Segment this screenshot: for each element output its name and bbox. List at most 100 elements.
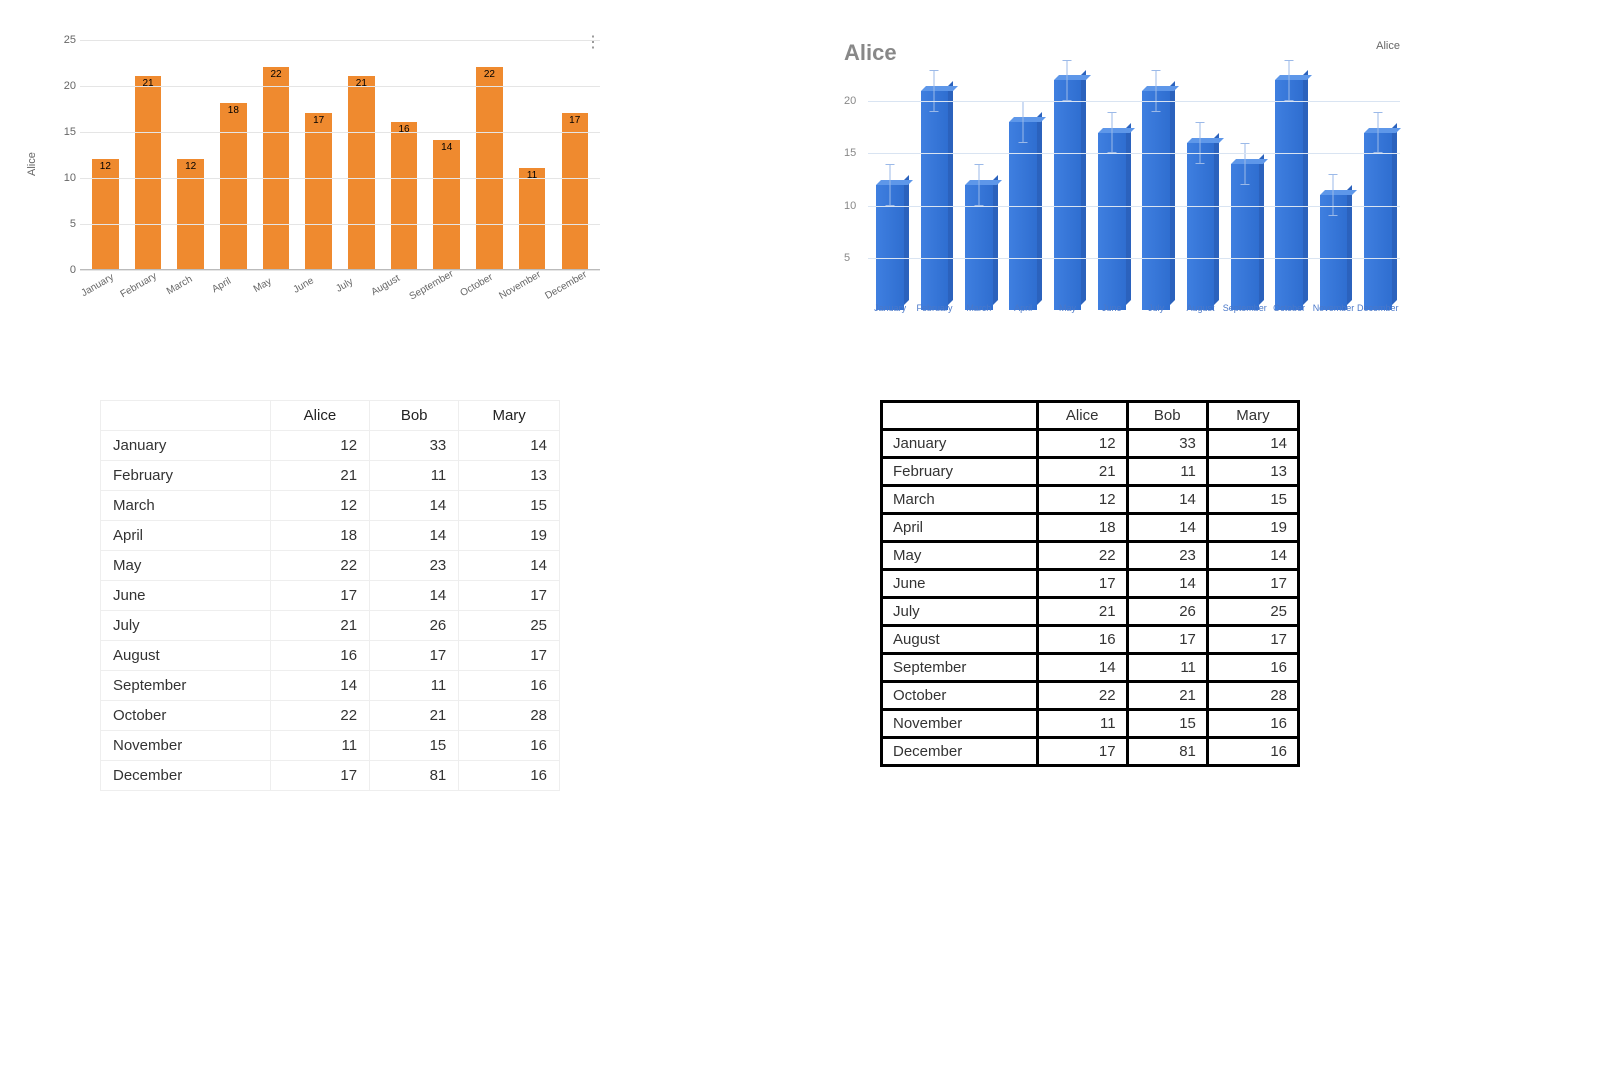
bar: 17	[305, 113, 331, 269]
month-cell: February	[101, 461, 271, 491]
bar-value-label: 22	[270, 69, 281, 80]
table-row: October222128	[882, 682, 1299, 710]
error-bar	[934, 70, 935, 112]
month-cell: March	[101, 491, 271, 521]
value-cell: 16	[1207, 654, 1298, 682]
value-cell: 17	[1037, 570, 1127, 598]
bar: 21	[135, 76, 161, 269]
x-tick: February	[118, 270, 159, 300]
value-cell: 21	[1037, 458, 1127, 486]
month-cell: November	[101, 731, 271, 761]
value-cell: 16	[1207, 738, 1298, 766]
value-cell: 17	[1127, 626, 1207, 654]
bar-value-label: 17	[313, 115, 324, 126]
x-tick: September	[407, 269, 455, 303]
value-cell: 22	[270, 551, 369, 581]
bar	[1275, 80, 1302, 310]
bar-value-label: 12	[185, 161, 196, 172]
x-tick: April	[1001, 303, 1045, 313]
month-cell: October	[882, 682, 1038, 710]
value-cell: 15	[1127, 710, 1207, 738]
value-cell: 21	[1037, 598, 1127, 626]
value-cell: 17	[1207, 570, 1298, 598]
value-cell: 14	[1127, 514, 1207, 542]
bar	[1009, 122, 1036, 310]
value-cell: 22	[270, 701, 369, 731]
value-cell: 17	[459, 641, 560, 671]
x-tick: November	[497, 269, 542, 302]
value-cell: 14	[1127, 570, 1207, 598]
value-cell: 15	[459, 491, 560, 521]
value-cell: 11	[1037, 710, 1127, 738]
x-tick: July	[324, 270, 365, 300]
value-cell: 13	[459, 461, 560, 491]
month-cell: January	[882, 430, 1038, 458]
month-cell: March	[882, 486, 1038, 514]
bar-value-label: 14	[441, 142, 452, 153]
table-row: July212625	[101, 611, 560, 641]
data-table-light: AliceBobMary January123314February211113…	[100, 400, 560, 791]
bar: 21	[348, 76, 374, 269]
x-tick: March	[159, 270, 200, 300]
month-cell: September	[882, 654, 1038, 682]
value-cell: 16	[270, 641, 369, 671]
x-tick: June	[1090, 303, 1134, 313]
bar: 16	[391, 122, 417, 269]
x-tick: September	[1223, 303, 1267, 313]
value-cell: 17	[270, 581, 369, 611]
table-row: October222128	[101, 701, 560, 731]
value-cell: 22	[1037, 542, 1127, 570]
table-row: September141116	[882, 654, 1299, 682]
value-cell: 26	[370, 611, 459, 641]
value-cell: 33	[370, 431, 459, 461]
column-header: Bob	[1127, 402, 1207, 430]
value-cell: 11	[1127, 458, 1207, 486]
y-tick: 5	[52, 218, 76, 230]
table-row: November111516	[882, 710, 1299, 738]
x-tick: July	[1134, 303, 1178, 313]
value-cell: 33	[1127, 430, 1207, 458]
data-table-heavy: AliceBobMary January123314February211113…	[880, 400, 1300, 767]
value-cell: 25	[459, 611, 560, 641]
value-cell: 16	[459, 671, 560, 701]
table-row: June171417	[882, 570, 1299, 598]
error-bar	[1377, 112, 1378, 154]
value-cell: 16	[459, 761, 560, 791]
value-cell: 12	[270, 431, 369, 461]
gridline	[80, 86, 600, 87]
y-axis-label: Alice	[26, 152, 38, 176]
bar	[1098, 133, 1125, 310]
value-cell: 14	[459, 431, 560, 461]
gridline	[80, 40, 600, 41]
value-cell: 14	[1207, 542, 1298, 570]
value-cell: 22	[1037, 682, 1127, 710]
table-row: May222314	[882, 542, 1299, 570]
error-bar	[1067, 60, 1068, 102]
error-bar	[1244, 143, 1245, 185]
bar-value-label: 21	[356, 78, 367, 89]
column-header	[882, 402, 1038, 430]
value-cell: 17	[1037, 738, 1127, 766]
bar-chart-blue: Alice Alice JanuaryFebruaryMarchAprilMay…	[840, 40, 1400, 340]
column-header	[101, 401, 271, 431]
table-row: March121415	[882, 486, 1299, 514]
bar-value-label: 12	[100, 161, 111, 172]
error-bar	[1289, 60, 1290, 102]
y-tick: 10	[844, 200, 856, 212]
value-cell: 23	[1127, 542, 1207, 570]
x-tick: April	[201, 270, 242, 300]
table-row: March121415	[101, 491, 560, 521]
x-tick: June	[283, 270, 324, 300]
bar-value-label: 17	[569, 115, 580, 126]
table-row: February211113	[882, 458, 1299, 486]
month-cell: May	[101, 551, 271, 581]
value-cell: 81	[1127, 738, 1207, 766]
x-tick: December	[1356, 303, 1400, 313]
value-cell: 12	[270, 491, 369, 521]
month-cell: June	[101, 581, 271, 611]
table-row: August161717	[882, 626, 1299, 654]
table-row: January123314	[882, 430, 1299, 458]
bar-value-label: 11	[527, 170, 537, 181]
bar-value-label: 16	[398, 124, 409, 135]
table-row: January123314	[101, 431, 560, 461]
